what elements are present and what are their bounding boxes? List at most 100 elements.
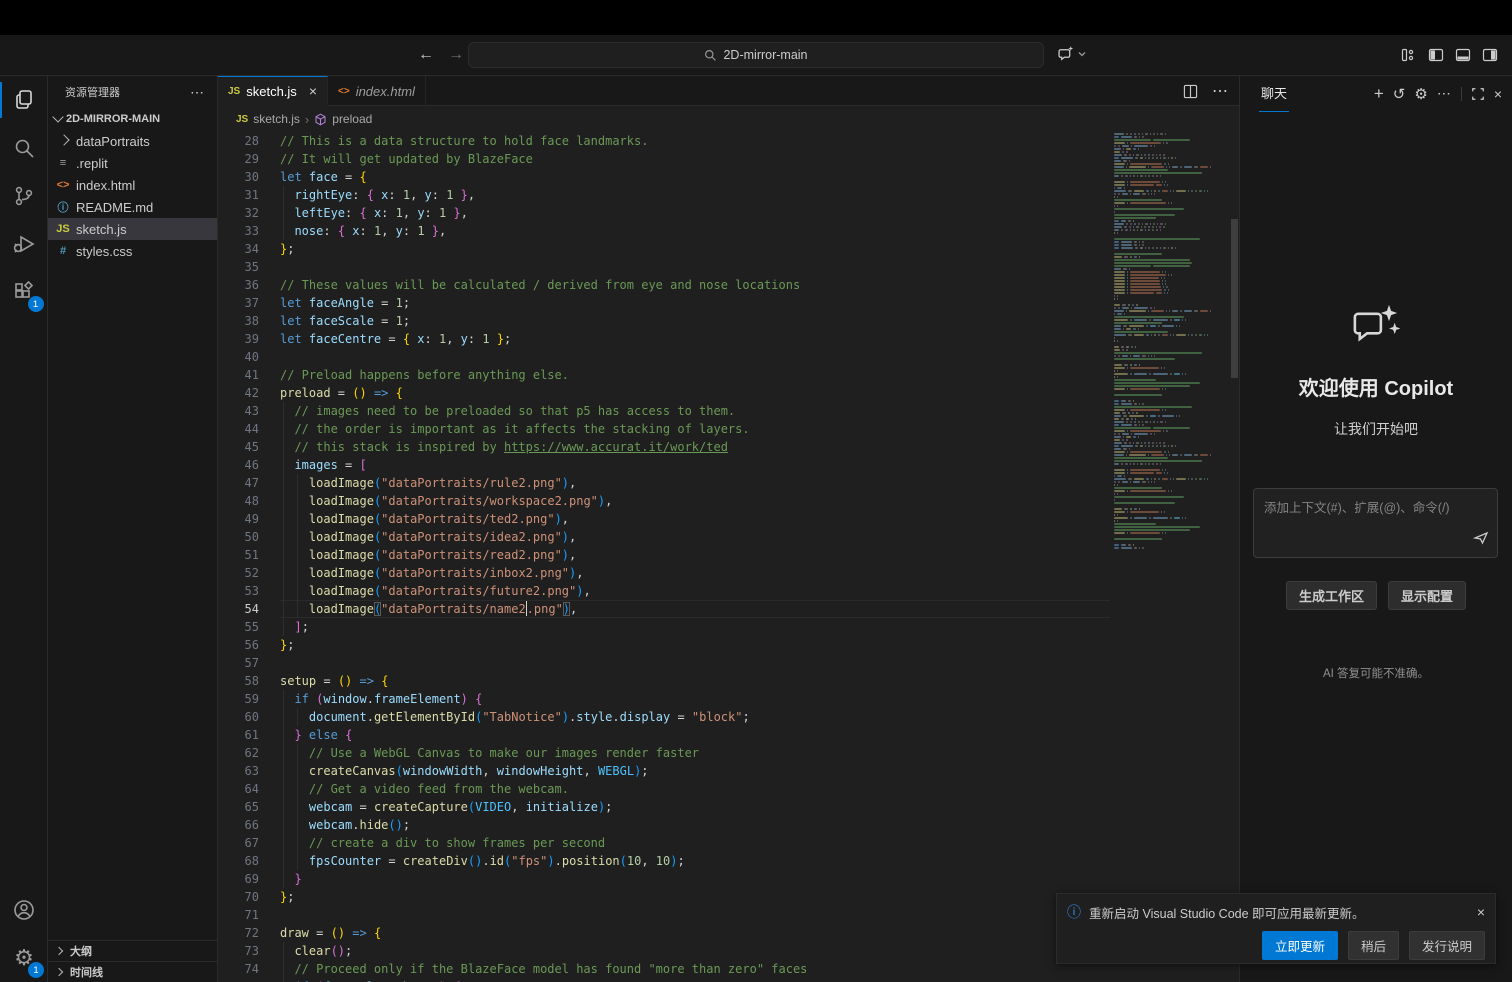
send-icon[interactable] (1473, 530, 1489, 551)
code-line[interactable]: 68 fpsCounter = createDiv().id("fps").po… (218, 852, 1110, 870)
code-line[interactable]: 36// These values will be calculated / d… (218, 276, 1110, 294)
code-line[interactable]: 50 loadImage("dataPortraits/idea2.png"), (218, 528, 1110, 546)
code-line[interactable]: 48 loadImage("dataPortraits/workspace2.p… (218, 492, 1110, 510)
split-editor-icon[interactable] (1183, 84, 1198, 99)
code-line[interactable]: 60 document.getElementById("TabNotice").… (218, 708, 1110, 726)
code-line[interactable]: 53 loadImage("dataPortraits/future2.png"… (218, 582, 1110, 600)
code-line[interactable]: 38let faceScale = 1; (218, 312, 1110, 330)
activity-search[interactable] (0, 124, 48, 172)
code-line[interactable]: 64 // Get a video feed from the webcam. (218, 780, 1110, 798)
code-line[interactable]: 39let faceCentre = { x: 1, y: 1 }; (218, 330, 1110, 348)
code-line[interactable]: 54 loadImage("dataPortraits/name2.png"), (218, 600, 1110, 618)
code-line[interactable]: 40 (218, 348, 1110, 366)
activity-extensions[interactable]: 1 (0, 268, 48, 316)
sidebar-item--replit[interactable]: ≡.replit (48, 152, 217, 174)
code-line[interactable]: 63 createCanvas(windowWidth, windowHeigh… (218, 762, 1110, 780)
close-icon[interactable]: × (309, 83, 317, 99)
code-editor[interactable]: 28// This is a data structure to hold fa… (218, 132, 1110, 982)
toggle-panel-icon[interactable] (1455, 47, 1471, 63)
code-line[interactable]: 66 webcam.hide(); (218, 816, 1110, 834)
code-line[interactable]: 61 } else { (218, 726, 1110, 744)
code-line[interactable]: 57 (218, 654, 1110, 672)
code-line[interactable]: 55 ]; (218, 618, 1110, 636)
notification-button-0[interactable]: 立即更新 (1262, 931, 1338, 960)
scrollbar-thumb[interactable] (1231, 219, 1238, 378)
settings-button[interactable]: ⚙ 1 (0, 934, 48, 982)
close-icon[interactable]: × (1477, 904, 1485, 920)
sidebar-item-styles-css[interactable]: #styles.css (48, 240, 217, 262)
code-line[interactable]: 47 loadImage("dataPortraits/rule2.png"), (218, 474, 1110, 492)
code-line[interactable]: 35 (218, 258, 1110, 276)
sidebar-item-index-html[interactable]: <>index.html (48, 174, 217, 196)
account-button[interactable] (0, 886, 48, 934)
copilot-menu-button[interactable] (1058, 45, 1086, 62)
customize-layout-icon[interactable] (1401, 47, 1417, 63)
code-line[interactable]: 33 nose: { x: 1, y: 1 }, (218, 222, 1110, 240)
project-root-row[interactable]: 2D-MIRROR-MAIN (48, 108, 217, 130)
back-button[interactable]: ← (418, 46, 434, 64)
close-icon[interactable]: × (1494, 86, 1502, 102)
code-line[interactable]: 29// It will get updated by BlazeFace (218, 150, 1110, 168)
code-line[interactable]: 75 if (faces.length > 0) { (218, 978, 1110, 982)
code-line[interactable]: 52 loadImage("dataPortraits/inbox2.png")… (218, 564, 1110, 582)
sidebar-item-sketch-js[interactable]: JSsketch.js (48, 218, 217, 240)
code-line[interactable]: 34}; (218, 240, 1110, 258)
notification-button-2[interactable]: 发行说明 (1409, 931, 1485, 960)
code-line[interactable]: 65 webcam = createCapture(VIDEO, initial… (218, 798, 1110, 816)
code-line[interactable]: 74 // Proceed only if the BlazeFace mode… (218, 960, 1110, 978)
new-chat-icon[interactable]: + (1374, 84, 1384, 104)
code-line[interactable]: 59 if (window.frameElement) { (218, 690, 1110, 708)
code-line[interactable]: 32 leftEye: { x: 1, y: 1 }, (218, 204, 1110, 222)
code-line[interactable]: 58setup = () => { (218, 672, 1110, 690)
code-line[interactable]: 73 clear(); (218, 942, 1110, 960)
code-line[interactable]: 72draw = () => { (218, 924, 1110, 942)
editor-scrollbar[interactable] (1230, 132, 1239, 982)
chat-input-box[interactable] (1253, 488, 1498, 558)
history-icon[interactable]: ↺ (1393, 85, 1406, 103)
breadcrumb-file[interactable]: sketch.js (253, 112, 300, 126)
sidebar-item-dataPortraits[interactable]: dataPortraits (48, 130, 217, 152)
forward-button[interactable]: → (448, 46, 464, 64)
minimap[interactable] (1110, 132, 1230, 982)
code-line[interactable]: 45 // this stack is inspired by https://… (218, 438, 1110, 456)
sidebar-section-1[interactable]: 时间线 (48, 961, 217, 982)
activity-run-debug[interactable] (0, 220, 48, 268)
code-line[interactable]: 56}; (218, 636, 1110, 654)
activity-source-control[interactable] (0, 172, 48, 220)
more-actions-icon[interactable]: ⋯ (1212, 81, 1229, 101)
sidebar-section-0[interactable]: 大纲 (48, 940, 217, 961)
code-line[interactable]: 67 // create a div to show frames per se… (218, 834, 1110, 852)
tab-chat[interactable]: 聊天 (1259, 75, 1289, 112)
sidebar-item-README-md[interactable]: ⓘREADME.md (48, 196, 217, 218)
toggle-secondary-sidebar-icon[interactable] (1482, 47, 1498, 63)
code-line[interactable]: 31 rightEye: { x: 1, y: 1 }, (218, 186, 1110, 204)
notification-button-1[interactable]: 稍后 (1348, 931, 1399, 960)
command-center-search[interactable]: 2D-mirror-main (468, 42, 1044, 68)
code-line[interactable]: 51 loadImage("dataPortraits/read2.png"), (218, 546, 1110, 564)
chat-action-button-0[interactable]: 生成工作区 (1286, 581, 1377, 610)
code-line[interactable]: 41// Preload happens before anything els… (218, 366, 1110, 384)
code-line[interactable]: 43 // images need to be preloaded so tha… (218, 402, 1110, 420)
code-line[interactable]: 46 images = [ (218, 456, 1110, 474)
code-line[interactable]: 44 // the order is important as it affec… (218, 420, 1110, 438)
code-line[interactable]: 69 } (218, 870, 1110, 888)
code-line[interactable]: 70}; (218, 888, 1110, 906)
tab-index-html[interactable]: <> index.html (328, 76, 426, 106)
chat-action-button-1[interactable]: 显示配置 (1388, 581, 1466, 610)
maximize-panel-icon[interactable] (1471, 87, 1485, 101)
breadcrumb-symbol[interactable]: preload (332, 112, 372, 126)
activity-explorer[interactable] (0, 76, 48, 124)
more-actions-icon[interactable]: ⋯ (190, 84, 205, 101)
code-line[interactable]: 49 loadImage("dataPortraits/ted2.png"), (218, 510, 1110, 528)
tab-sketch-js[interactable]: JS sketch.js × (218, 76, 328, 106)
code-line[interactable]: 42preload = () => { (218, 384, 1110, 402)
code-line[interactable]: 37let faceAngle = 1; (218, 294, 1110, 312)
code-line[interactable]: 71 (218, 906, 1110, 924)
chat-input[interactable] (1254, 489, 1497, 535)
code-line[interactable]: 62 // Use a WebGL Canvas to make our ima… (218, 744, 1110, 762)
toggle-primary-sidebar-icon[interactable] (1428, 47, 1444, 63)
code-line[interactable]: 30let face = { (218, 168, 1110, 186)
code-line[interactable]: 28// This is a data structure to hold fa… (218, 132, 1110, 150)
more-actions-icon[interactable]: ⋯ (1437, 85, 1452, 102)
gear-icon[interactable]: ⚙ (1414, 85, 1427, 103)
